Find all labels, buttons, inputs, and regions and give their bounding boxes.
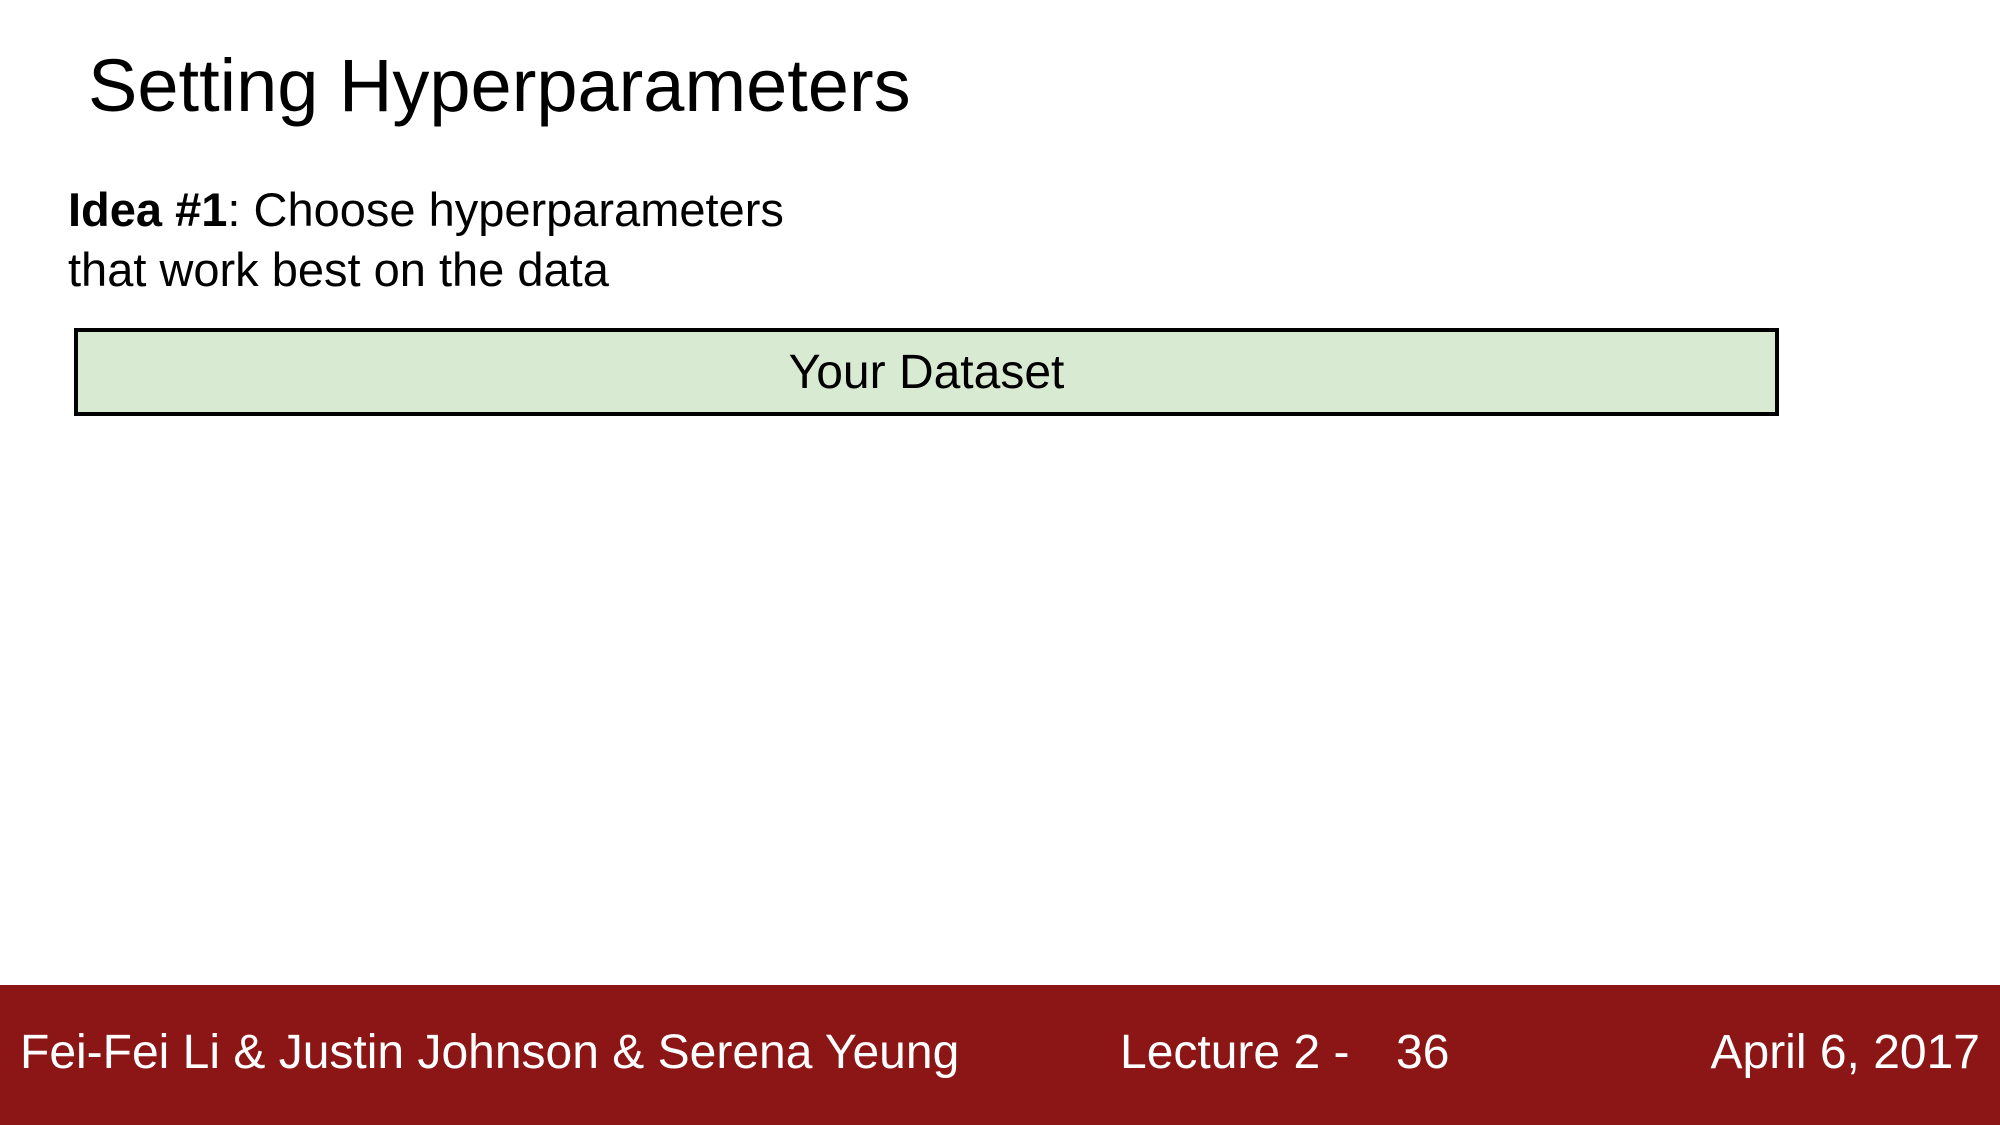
footer-bar: Fei-Fei Li & Justin Johnson & Serena Yeu… [0,985,2000,1125]
footer-authors: Fei-Fei Li & Justin Johnson & Serena Yeu… [20,1026,960,1079]
footer-page-number: 36 [1396,1026,1450,1079]
idea-text-line2: that work best on the data [68,243,609,296]
dataset-box: Your Dataset [74,328,1779,416]
footer-lecture: Lecture 2 - [1120,1026,1350,1079]
idea-text-line1: : Choose hyperparameters [227,183,784,236]
slide-title: Setting Hyperparameters [88,44,911,127]
dataset-box-label: Your Dataset [788,345,1065,399]
idea-label: Idea #1 [68,183,228,236]
idea-text: Idea #1: Choose hyperparameters that work… [68,180,784,300]
footer-date: April 6, 2017 [1710,1026,1980,1079]
